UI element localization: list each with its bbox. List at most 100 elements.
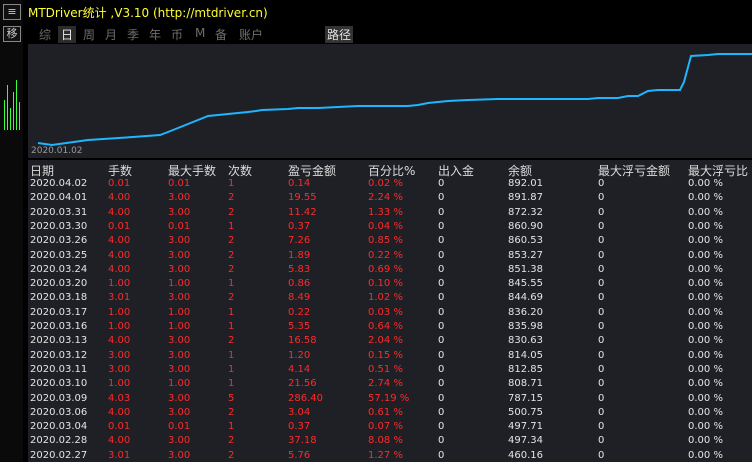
cell-date: 2020.03.18 (30, 292, 88, 304)
table-row[interactable]: 2020.03.25 4.00 3.00 2 1.89 0.22 % 0 853.27 0 0.0… (28, 249, 752, 264)
cell-max-lots: 0.01 (168, 421, 191, 433)
tab-currency[interactable]: 币 (171, 26, 183, 43)
cell-deposit: 0 (438, 192, 445, 204)
cell-date: 2020.03.25 (30, 249, 88, 261)
cell-max-lots: 3.00 (168, 349, 191, 361)
cell-max-drawdown-pct: 0.00 % (688, 349, 723, 361)
cell-count: 1 (228, 378, 235, 390)
cell-count: 2 (228, 263, 235, 275)
tab-summary[interactable]: 综 (39, 26, 51, 43)
table-row[interactable]: 2020.04.02 0.01 0.01 1 0.14 0.02 % 0 892.01 0 0.0… (28, 177, 752, 192)
cell-deposit: 0 (438, 363, 445, 375)
cell-max-drawdown: 0 (598, 435, 605, 447)
cell-count: 2 (228, 292, 235, 304)
cell-date: 2020.04.01 (30, 192, 88, 204)
tab-path[interactable]: 路径 (325, 26, 354, 43)
tab-month[interactable]: 月 (105, 26, 117, 43)
cell-date: 2020.03.24 (30, 263, 88, 275)
cell-max-drawdown: 0 (598, 220, 605, 232)
cell-deposit: 0 (438, 449, 445, 461)
tab-magic[interactable]: M (195, 26, 205, 40)
cell-count: 2 (228, 192, 235, 204)
cell-balance: 787.15 (508, 392, 543, 404)
table-row[interactable]: 2020.03.16 1.00 1.00 1 5.35 0.64 % 0 835.98 0 0.0… (28, 320, 752, 335)
cell-profit: 5.83 (288, 263, 311, 275)
table-row[interactable]: 2020.03.26 4.00 3.00 2 7.26 0.85 % 0 860.53 0 0.0… (28, 234, 752, 249)
cell-deposit: 0 (438, 335, 445, 347)
cell-percent: 0.69 % (368, 263, 403, 275)
cell-deposit: 0 (438, 421, 445, 433)
cell-count: 2 (228, 435, 235, 447)
cell-max-drawdown: 0 (598, 235, 605, 247)
cell-balance: 835.98 (508, 321, 543, 332)
table-row[interactable]: 2020.03.04 0.01 0.01 1 0.37 0.07 % 0 497.71 0 0.0… (28, 420, 752, 435)
cell-max-drawdown: 0 (598, 178, 605, 189)
cell-count: 2 (228, 406, 235, 418)
cell-count: 1 (228, 349, 235, 361)
cell-percent: 2.24 % (368, 192, 403, 204)
cell-percent: 0.22 % (368, 249, 403, 261)
cell-max-lots: 0.01 (168, 220, 191, 232)
cell-profit: 4.14 (288, 363, 311, 375)
title-bar: MTDriver统计 ,V3.10 (http://mtdriver.cn) (23, 0, 752, 24)
cell-date: 2020.03.12 (30, 349, 88, 361)
table-row[interactable]: 2020.03.10 1.00 1.00 1 21.56 2.74 % 0 808.71 0 0.… (28, 377, 752, 392)
tab-year[interactable]: 年 (149, 26, 161, 43)
menu-icon[interactable]: ≡ (3, 4, 21, 20)
cell-lots: 0.01 (108, 220, 131, 232)
cell-percent: 1.27 % (368, 449, 403, 461)
tab-quarter[interactable]: 季 (127, 26, 139, 43)
cell-balance: 891.87 (508, 192, 543, 204)
cell-deposit: 0 (438, 321, 445, 332)
table-row[interactable]: 2020.03.17 1.00 1.00 1 0.22 0.03 % 0 836.20 0 0.0… (28, 306, 752, 321)
cell-deposit: 0 (438, 278, 445, 290)
cell-percent: 0.03 % (368, 306, 403, 318)
cell-max-drawdown: 0 (598, 349, 605, 361)
cell-max-drawdown: 0 (598, 278, 605, 290)
table-row[interactable]: 2020.03.20 1.00 1.00 1 0.86 0.10 % 0 845.55 0 0.0… (28, 277, 752, 292)
move-button[interactable]: 移 (3, 26, 21, 42)
table-row[interactable]: 2020.03.06 4.00 3.00 2 3.04 0.61 % 0 500.75 0 0.0… (28, 406, 752, 421)
cell-count: 1 (228, 363, 235, 375)
table-row[interactable]: 2020.04.01 4.00 3.00 2 19.55 2.24 % 0 891.87 0 0.… (28, 191, 752, 206)
cell-percent: 0.85 % (368, 235, 403, 247)
cell-date: 2020.03.16 (30, 321, 88, 332)
tab-notes[interactable]: 备 (215, 26, 227, 43)
cell-max-drawdown-pct: 0.00 % (688, 335, 723, 347)
cell-profit: 5.76 (288, 449, 311, 461)
cell-lots: 4.00 (108, 192, 131, 204)
tab-week[interactable]: 周 (83, 26, 95, 43)
cell-profit: 19.55 (288, 192, 317, 204)
cell-percent: 2.04 % (368, 335, 403, 347)
table-row[interactable]: 2020.03.24 4.00 3.00 2 5.83 0.69 % 0 851.38 0 0.0… (28, 263, 752, 278)
table-row[interactable]: 2020.03.12 3.00 3.00 1 1.20 0.15 % 0 814.05 0 0.0… (28, 349, 752, 364)
cell-max-drawdown-pct: 0.00 % (688, 392, 723, 404)
cell-lots: 1.00 (108, 378, 131, 390)
cell-profit: 11.42 (288, 206, 317, 218)
cell-profit: 21.56 (288, 378, 317, 390)
cell-max-lots: 3.00 (168, 192, 191, 204)
table-row[interactable]: 2020.02.27 3.01 3.00 2 5.76 1.27 % 0 460.16 0 0.0… (28, 449, 752, 462)
cell-max-drawdown-pct: 0.00 % (688, 178, 723, 189)
table-row[interactable]: 2020.03.18 3.01 3.00 2 8.49 1.02 % 0 844.69 0 0.0… (28, 291, 752, 306)
equity-line (37, 53, 752, 147)
cell-count: 1 (228, 321, 235, 332)
cell-max-drawdown-pct: 0.00 % (688, 435, 723, 447)
tab-day[interactable]: 日 (58, 26, 77, 43)
cell-count: 1 (228, 220, 235, 232)
tab-account[interactable]: 账户 (239, 26, 263, 43)
cell-count: 2 (228, 249, 235, 261)
cell-count: 2 (228, 449, 235, 461)
cell-max-lots: 3.00 (168, 235, 191, 247)
cell-max-drawdown: 0 (598, 406, 605, 418)
table-row[interactable]: 2020.03.11 3.00 3.00 1 4.14 0.51 % 0 812.85 0 0.0… (28, 363, 752, 378)
table-row[interactable]: 2020.03.30 0.01 0.01 1 0.37 0.04 % 0 860.90 0 0.0… (28, 220, 752, 235)
cell-percent: 0.15 % (368, 349, 403, 361)
table-row[interactable]: 2020.02.28 4.00 3.00 2 37.18 8.08 % 0 497.34 0 0.… (28, 434, 752, 449)
cell-lots: 4.00 (108, 206, 131, 218)
table-row[interactable]: 2020.03.31 4.00 3.00 2 11.42 1.33 % 0 872.32 0 0.… (28, 206, 752, 221)
cell-lots: 1.00 (108, 321, 131, 332)
table-row[interactable]: 2020.03.13 4.00 3.00 2 16.58 2.04 % 0 830.63 0 0.… (28, 334, 752, 349)
table-row[interactable]: 2020.03.09 4.03 3.00 5 286.40 57.19 % 0 787.15 0… (28, 392, 752, 407)
cell-lots: 4.00 (108, 235, 131, 247)
